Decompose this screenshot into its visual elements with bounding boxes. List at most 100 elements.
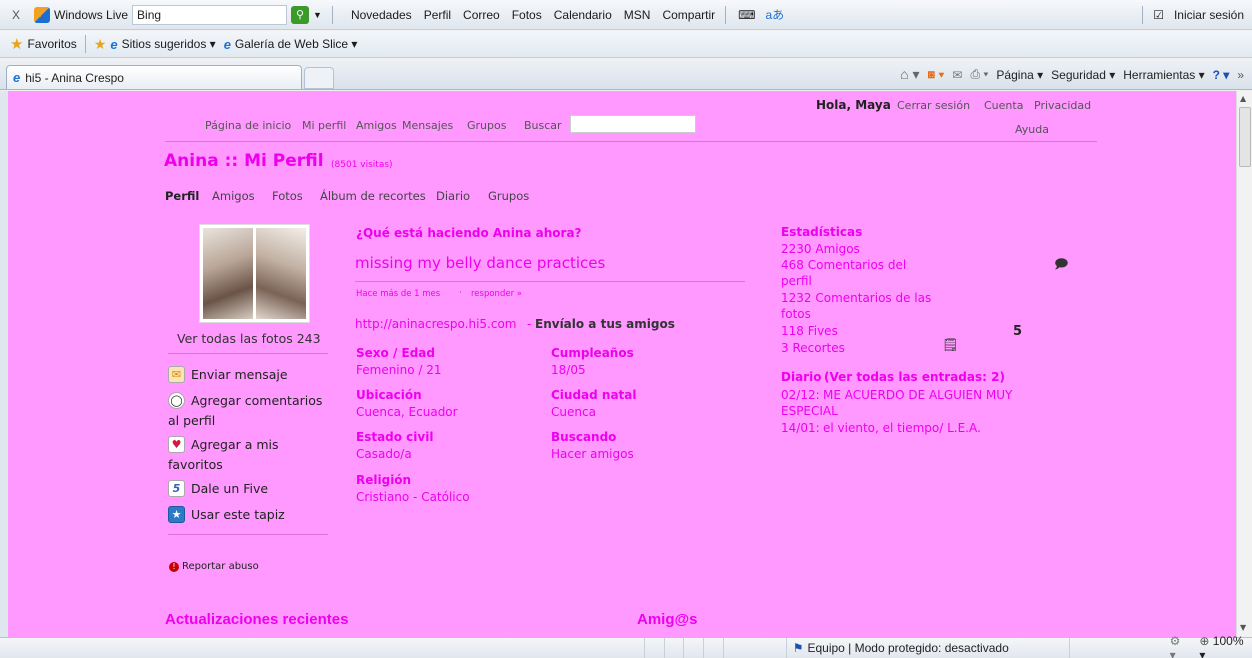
home-icon[interactable]: ⌂ ▾ [900, 66, 919, 83]
envelope-icon: ✉ [168, 366, 185, 383]
send-message-action[interactable]: ✉ Enviar mensaje [168, 366, 288, 383]
print-icon[interactable]: ⎙ ▾ [970, 67, 988, 82]
zoom-control[interactable]: ⊕ 100% ▾ [1199, 634, 1252, 658]
status-cell [683, 637, 703, 658]
tab-perfil[interactable]: Perfil [165, 189, 199, 203]
feeds-icon[interactable]: ⧆ ▾ [928, 67, 945, 82]
diary-entry2-link[interactable]: el viento, el tiempo/ L.E.A. [823, 421, 981, 435]
tab-album[interactable]: Álbum de recortes [320, 189, 426, 203]
tab-amigos[interactable]: Amigos [212, 189, 255, 203]
suggested-sites-button[interactable]: e Sitios sugeridos ▾ [110, 37, 215, 52]
windows-live-button[interactable]: Windows Live [34, 6, 128, 23]
search-label: Buscar [524, 119, 562, 132]
stats-profile-comments[interactable]: 468 Comentarios del [781, 258, 906, 272]
favorites-bar: ★ Favoritos ★ e Sitios sugeridos ▾ e Gal… [0, 31, 1252, 58]
tab-fotos[interactable]: Fotos [272, 189, 303, 203]
toolbar-link-compartir[interactable]: Compartir [662, 8, 715, 22]
toolbar-link-correo[interactable]: Correo [463, 8, 500, 22]
diary-entry1-date: 02/12: [781, 388, 820, 402]
page-menu[interactable]: Página ▾ [996, 68, 1043, 82]
toolbar-close-button[interactable]: X [12, 8, 20, 22]
status-time: Hace más de 1 mes [356, 289, 441, 299]
toolbar-link-novedades[interactable]: Novedades [351, 8, 412, 22]
speech-bubble-icon: 🗩 [1054, 257, 1069, 272]
stats-friends[interactable]: 2230 Amigos [781, 242, 860, 256]
web-slice-button[interactable]: e Galería de Web Slice ▾ [224, 37, 358, 52]
add-comment-label-2[interactable]: al perfil [168, 413, 215, 428]
tab-title: hi5 - Anina Crespo [25, 70, 124, 85]
religion-label: Religión [356, 473, 412, 487]
privacy-link[interactable]: Privacidad [1034, 99, 1091, 112]
bing-search-input[interactable]: Bing [132, 4, 288, 25]
suggested-sites-label: Sitios sugeridos ▾ [121, 37, 216, 51]
hi5-search-input[interactable] [570, 115, 696, 133]
url-dash: - [527, 317, 532, 331]
scrollbar-thumb[interactable] [1239, 107, 1251, 167]
nav-home[interactable]: Página de inicio [205, 119, 291, 132]
nav-my-profile[interactable]: Mi perfil [302, 119, 346, 132]
add-favorite-action[interactable]: ♥ Agregar a mis [168, 436, 279, 453]
give-five-action[interactable]: 5 Dale un Five [168, 480, 268, 497]
visit-count: (8501 visitas) [331, 160, 393, 170]
protected-mode-icon[interactable]: ⚙ ▾ [1170, 634, 1190, 658]
add-favorite-label-2[interactable]: favoritos [168, 457, 223, 472]
tab-hi5[interactable]: e hi5 - Anina Crespo [6, 65, 302, 89]
status-reply-link[interactable]: responder » [471, 289, 522, 299]
toolbar-link-perfil[interactable]: Perfil [424, 8, 451, 22]
account-link[interactable]: Cuenta [984, 99, 1023, 112]
search-go-icon[interactable]: ⚲ [291, 5, 310, 24]
diary-entry1-link-2[interactable]: ESPECIAL [781, 404, 838, 418]
stats-clips[interactable]: 3 Recortes [781, 341, 845, 355]
translate-icon[interactable]: aあ [765, 6, 784, 23]
zoom-level: 100% [1212, 634, 1244, 648]
favorites-button[interactable]: ★ Favoritos [10, 35, 77, 53]
mail-icon[interactable]: ✉ [952, 68, 962, 82]
nav-friends[interactable]: Amigos [356, 119, 397, 132]
stats-photo-comments[interactable]: 1232 Comentarios de las [781, 291, 931, 305]
add-comment-action[interactable]: ◯ Agregar comentarios [168, 392, 322, 409]
hi5-profile-page: Hola, Maya Cerrar sesión Cuenta Privacid… [8, 91, 1236, 637]
chevron-more-icon[interactable]: » [1237, 68, 1244, 82]
scroll-down-icon[interactable]: ▼ [1240, 623, 1246, 632]
nav-groups[interactable]: Grupos [467, 119, 506, 132]
toolbar-link-calendario[interactable]: Calendario [554, 8, 612, 22]
tab-grupos[interactable]: Grupos [488, 189, 529, 203]
profile-title: Anina :: Mi Perfil [164, 151, 324, 171]
signin-link[interactable]: Iniciar sesión [1174, 8, 1244, 22]
send-to-friends-link[interactable]: Envíalo a tus amigos [535, 317, 675, 331]
checkbox-icon[interactable]: ☑ [1153, 8, 1164, 22]
tab-diario[interactable]: Diario [436, 189, 470, 203]
keyboard-icon[interactable]: ⌨ [738, 8, 755, 22]
stats-title: Estadísticas [781, 225, 863, 239]
report-abuse-link[interactable]: ! Reportar abuso [169, 561, 259, 572]
diary-entry1-link[interactable]: ME ACUERDO DE ALGUIEN MUY [823, 388, 1012, 402]
profile-photo[interactable] [199, 224, 310, 323]
search-options-icon[interactable]: ▼ [313, 10, 322, 20]
diary-see-all-link[interactable]: (Ver todas las entradas: 2) [824, 370, 1005, 384]
toolbar-link-msn[interactable]: MSN [624, 8, 651, 22]
see-all-photos-link[interactable]: Ver todas las fotos 243 [177, 331, 321, 346]
stats-fives[interactable]: 118 Fives [781, 324, 838, 338]
diary-entry2-date: 14/01: [781, 421, 820, 435]
tools-menu[interactable]: Herramientas ▾ [1123, 68, 1204, 82]
zone-cell[interactable]: ⚑ Equipo | Modo protegido: desactivado [785, 637, 1069, 658]
help-link[interactable]: Ayuda [1015, 123, 1049, 136]
logout-link[interactable]: Cerrar sesión [897, 99, 970, 112]
five-count: 5 [1013, 324, 1023, 339]
help-icon[interactable]: ? ▾ [1213, 68, 1230, 82]
ie-icon: e [13, 70, 21, 85]
security-menu[interactable]: Seguridad ▾ [1051, 68, 1115, 82]
use-wallpaper-action[interactable]: ★ Usar este tapiz [168, 506, 285, 523]
use-wallpaper-label: Usar este tapiz [191, 507, 285, 522]
new-tab-button[interactable] [304, 67, 334, 89]
vertical-scrollbar[interactable]: ▲ ▼ [1236, 91, 1252, 637]
scroll-up-icon[interactable]: ▲ [1240, 94, 1246, 103]
stats-photo-comments-2[interactable]: fotos [781, 307, 811, 321]
ubicacion-value: Cuenca, Ecuador [356, 405, 458, 419]
add-favorite-icon[interactable]: ★ [94, 36, 107, 53]
nav-messages[interactable]: Mensajes [402, 119, 453, 132]
stats-profile-comments-2[interactable]: perfil [781, 274, 812, 288]
profile-url-link[interactable]: http://aninacrespo.hi5.com [355, 317, 517, 331]
buscando-value: Hacer amigos [551, 447, 634, 461]
toolbar-link-fotos[interactable]: Fotos [512, 8, 542, 22]
